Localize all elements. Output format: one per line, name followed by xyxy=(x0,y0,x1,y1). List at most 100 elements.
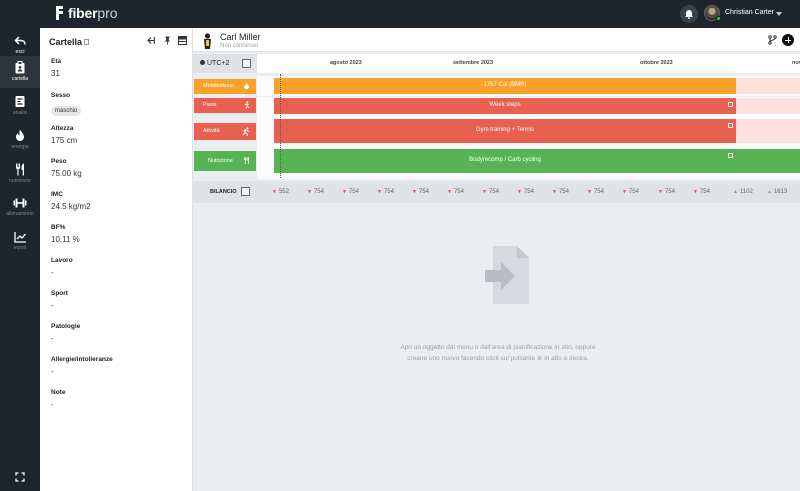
bar-activity[interactable]: Gym training + Tennis xyxy=(274,119,736,143)
balance-value: ▼ 754 xyxy=(447,189,464,195)
bar-label: Week steps xyxy=(489,102,521,108)
calendar-icon[interactable] xyxy=(242,59,251,68)
row-label-nutrition[interactable]: Nutrizione xyxy=(194,151,256,171)
nav-energia[interactable]: energia xyxy=(0,124,40,156)
arrow-down-icon: ▼ xyxy=(377,189,382,195)
balance-number: 754 xyxy=(699,189,710,195)
balance-value: ▼ 754 xyxy=(552,189,569,195)
arrow-down-icon: ▼ xyxy=(693,189,698,195)
balance-number: 1613 xyxy=(773,189,788,195)
panel-layout-icon[interactable] xyxy=(178,36,187,45)
field-imc: IMC 24.5 kg/m2 xyxy=(51,191,91,211)
timezone-value: UTC+2 xyxy=(207,60,230,67)
row-label-metabolism[interactable]: Metabolismo xyxy=(194,79,256,94)
balance-number: 754 xyxy=(418,189,429,195)
balance-value: ▼ 754 xyxy=(342,189,359,195)
balance-value: ▼ 754 xyxy=(622,189,639,195)
field-label: Altezza xyxy=(51,125,74,132)
bell-icon xyxy=(685,10,693,19)
panel-title-text: Cartella xyxy=(49,37,83,47)
arrow-down-icon: ▼ xyxy=(272,189,277,195)
field-allergie: Allergie/intolleranze - xyxy=(51,356,113,376)
row-label-text: Nutrizione xyxy=(208,158,233,164)
nav-report[interactable]: report xyxy=(0,226,40,258)
empty-state-line-2: creane uno nuovo facendo click sul pulsa… xyxy=(407,355,536,362)
balance-value: ▼ 754 xyxy=(693,189,710,195)
balance-value: ▼ 754 xyxy=(377,189,394,195)
collapse-panel-icon[interactable] xyxy=(146,36,155,45)
field-value: - xyxy=(51,367,54,376)
balance-value: ▼ 552 xyxy=(272,189,289,195)
bar-nutrition[interactable]: Bodyrecomp / Carb cycling xyxy=(274,149,800,173)
bar-steps[interactable]: Week steps xyxy=(274,98,736,114)
timezone-cell[interactable]: UTC+2 xyxy=(193,54,257,73)
back-arrow-icon xyxy=(14,36,26,45)
balance-number: 552 xyxy=(278,189,289,195)
online-status-dot xyxy=(716,16,721,21)
main-area: Carl Miller Non connesso UTC+2 agosto 20… xyxy=(193,28,800,491)
balance-value: ▲ 1613 xyxy=(767,189,787,195)
balance-row: BILANCIO ▼ 552 ▼ 754 ▼ 754 ▼ 754 ▼ 754 ▼ 754 ▼… xyxy=(193,181,800,203)
field-value: 31 xyxy=(51,69,60,78)
balance-number: 754 xyxy=(453,189,464,195)
fork-knife-icon xyxy=(244,157,249,164)
app-logo[interactable]: fiber pro xyxy=(54,5,118,21)
edit-icon[interactable] xyxy=(728,102,733,107)
flame-icon xyxy=(244,82,249,90)
field-lavoro: Lavoro - xyxy=(51,257,73,277)
month-label: ottobre 2023 xyxy=(640,60,673,66)
arrow-down-icon: ▼ xyxy=(658,189,663,195)
bar-metabolism-next xyxy=(736,78,800,94)
arrow-down-icon: ▼ xyxy=(447,189,452,195)
balance-number: 754 xyxy=(628,189,639,195)
bar-metabolism[interactable]: 1757 Cal (BMR) xyxy=(274,78,736,94)
fullscreen-icon[interactable] xyxy=(15,472,25,482)
client-avatar[interactable] xyxy=(201,32,214,49)
today-marker xyxy=(280,74,281,178)
copy-icon[interactable] xyxy=(84,39,90,45)
arrow-down-icon: ▼ xyxy=(622,189,627,195)
balance-value: ▼ 754 xyxy=(658,189,675,195)
row-label-text: Attività xyxy=(203,128,220,134)
profile-panel: Cartella Età 31 Sesso maschio Altezza 17… xyxy=(40,28,193,491)
field-value: - xyxy=(51,400,54,409)
balance-chart-icon[interactable] xyxy=(241,187,250,196)
field-eta: Età 31 xyxy=(51,58,61,78)
balance-number: 754 xyxy=(313,189,324,195)
row-label-activity[interactable]: Attività xyxy=(194,123,256,140)
edit-icon[interactable] xyxy=(728,123,733,128)
row-label-steps[interactable]: Passi xyxy=(194,98,256,113)
clipboard-icon xyxy=(15,61,25,74)
chevron-down-icon[interactable] xyxy=(776,12,782,16)
field-label: Patologie xyxy=(51,323,81,330)
nav-rail: esci cartella analisi energia nutrizione… xyxy=(0,28,40,491)
field-value: 75.00 kg xyxy=(51,169,82,178)
nav-allenamento[interactable]: allenamento xyxy=(0,192,40,224)
notifications-button[interactable] xyxy=(680,5,698,23)
field-label: Note xyxy=(51,389,66,396)
row-label-text: Metabolismo xyxy=(203,83,235,89)
user-name[interactable]: Christian Carter xyxy=(725,9,774,16)
nav-exit-label: esci xyxy=(15,49,25,55)
balance-number: 1102 xyxy=(739,189,753,195)
balance-number: 754 xyxy=(593,189,604,195)
month-label: agosto 2023 xyxy=(330,60,362,66)
chart-doc-icon xyxy=(15,96,25,107)
balance-number: 754 xyxy=(488,189,499,195)
nav-nutrizione[interactable]: nutrizione xyxy=(0,158,40,190)
balance-label: BILANCIO xyxy=(210,189,237,195)
balance-value: ▼ 754 xyxy=(587,189,604,195)
nav-energia-label: energia xyxy=(11,144,29,150)
pin-icon[interactable] xyxy=(163,36,172,45)
branch-icon[interactable] xyxy=(768,35,777,45)
field-label: IMC xyxy=(51,191,63,198)
edit-icon[interactable] xyxy=(728,153,733,158)
field-label: Peso xyxy=(51,158,67,165)
bar-label: 1757 Cal (BMR) xyxy=(483,82,527,88)
add-button[interactable] xyxy=(782,34,794,46)
month-header: agosto 2023 settembre 2023 ottobre 2023 … xyxy=(257,54,800,73)
field-value: 10.11 % xyxy=(51,235,80,244)
nav-cartella[interactable]: cartella xyxy=(0,56,40,88)
nav-analisi[interactable]: analisi xyxy=(0,90,40,122)
arrow-down-icon: ▼ xyxy=(552,189,557,195)
